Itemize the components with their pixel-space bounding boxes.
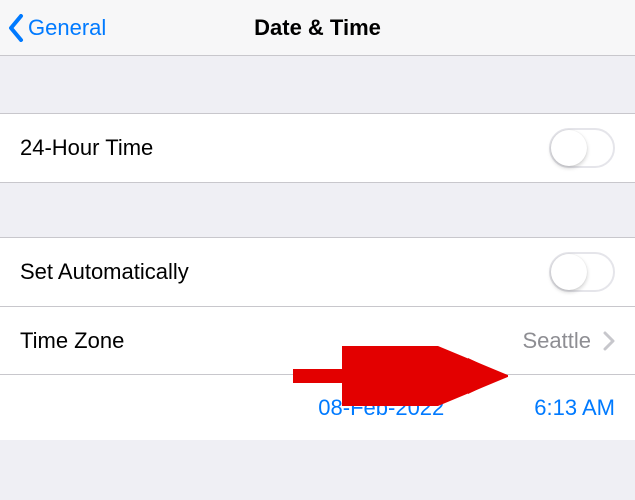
- row-set-automatically[interactable]: Set Automatically: [0, 238, 635, 306]
- row-value-container: Seattle: [523, 328, 616, 354]
- back-label: General: [28, 15, 106, 41]
- back-button[interactable]: General: [0, 14, 106, 42]
- time-zone-value: Seattle: [523, 328, 592, 354]
- section-gap: [0, 56, 635, 114]
- chevron-right-icon: [603, 331, 615, 351]
- date-picker-value[interactable]: 08-Feb-2022: [318, 395, 444, 421]
- toggle-knob: [551, 130, 587, 166]
- chevron-left-icon: [8, 14, 24, 42]
- row-time-zone[interactable]: Time Zone Seattle: [0, 306, 635, 374]
- row-label: 24-Hour Time: [20, 135, 153, 161]
- toggle-24-hour[interactable]: [549, 128, 615, 168]
- navigation-bar: General Date & Time: [0, 0, 635, 56]
- row-label: Set Automatically: [20, 259, 189, 285]
- row-date-time-picker: 08-Feb-2022 6:13 AM: [0, 374, 635, 440]
- toggle-set-automatically[interactable]: [549, 252, 615, 292]
- toggle-knob: [551, 254, 587, 290]
- row-24-hour-time[interactable]: 24-Hour Time: [0, 114, 635, 182]
- section-gap: [0, 182, 635, 238]
- row-label: Time Zone: [20, 328, 124, 354]
- time-picker-value[interactable]: 6:13 AM: [534, 395, 615, 421]
